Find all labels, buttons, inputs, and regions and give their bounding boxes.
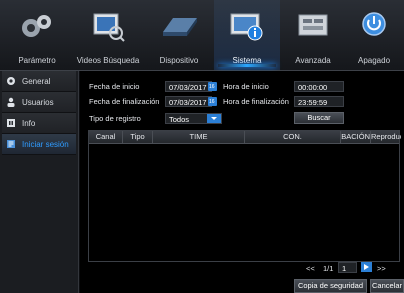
log-search-panel: Fecha de inicio 07/03/2017 Hora de inici…: [80, 71, 404, 293]
calendar-icon[interactable]: [208, 82, 217, 91]
sidebar-item-info[interactable]: Info: [2, 113, 76, 134]
start-time-label: Hora de inicio: [223, 82, 269, 91]
sidebar-item-label: Iniciar sesión: [22, 139, 69, 149]
start-time-field[interactable]: 00:00:00: [294, 81, 344, 92]
tab-label: Sistema: [232, 56, 262, 65]
end-time-label: Hora de finalización: [223, 97, 289, 106]
advanced-icon: [291, 6, 335, 46]
cancel-button[interactable]: Cancelar: [370, 279, 404, 293]
hard-disk-icon: [157, 6, 201, 46]
sidebar-item-label: Usuarios: [22, 97, 54, 107]
end-time-field[interactable]: 23:59:59: [294, 96, 344, 107]
tab-apagado[interactable]: Apagado: [346, 0, 402, 70]
column-header-time: TIME: [153, 131, 245, 143]
video-search-icon: [86, 6, 130, 46]
log-type-value: Todos: [169, 115, 190, 124]
tab-avanzada[interactable]: Avanzada: [282, 0, 344, 70]
column-header-recording: GRABACIÓN: [341, 131, 371, 143]
page-info: 1/1: [323, 264, 334, 273]
gears-icon: [15, 6, 59, 46]
tab-label: Dispositivo: [159, 56, 199, 65]
sidebar-item-label: General: [22, 76, 51, 86]
sidebar-item-usuarios[interactable]: Usuarios: [2, 92, 76, 113]
tab-parametro[interactable]: Parámetro: [4, 0, 70, 70]
column-header-playback: Reproducir: [371, 132, 401, 141]
log-type-label: Tipo de registro: [89, 114, 141, 123]
top-navigation-bar: Parámetro Videos Búsqueda Dispositivo Si…: [0, 0, 404, 71]
tab-dispositivo[interactable]: Dispositivo: [146, 0, 212, 70]
start-date-field[interactable]: 07/03/2017: [165, 81, 212, 92]
system-info-icon: [225, 6, 269, 46]
end-date-label: Fecha de finalización: [89, 97, 160, 106]
sidebar: General Usuarios Info Iniciar sesión: [0, 71, 79, 293]
tab-videos-busqueda[interactable]: Videos Búsqueda: [72, 0, 144, 70]
info-icon: [4, 117, 18, 129]
tab-label: Videos Búsqueda: [76, 56, 140, 65]
gear-icon: [4, 75, 18, 87]
chevron-down-icon[interactable]: [207, 114, 221, 123]
start-date-label: Fecha de inicio: [89, 82, 140, 91]
sidebar-item-iniciar-sesion[interactable]: Iniciar sesión: [2, 134, 76, 155]
search-button[interactable]: Buscar: [294, 112, 344, 124]
tab-label: Parámetro: [18, 56, 56, 65]
login-log-icon: [4, 138, 18, 150]
backup-button[interactable]: Copia de seguridad: [294, 279, 367, 293]
table-header: Canal Tipo TIME CON. GRABACIÓN Reproduci…: [89, 131, 401, 144]
column-header-type: Tipo: [123, 131, 153, 143]
tab-sistema[interactable]: Sistema: [214, 0, 280, 70]
end-date-field[interactable]: 07/03/2017: [165, 96, 212, 107]
column-header-content: CON.: [245, 131, 341, 143]
power-icon: [352, 6, 396, 46]
tab-label: Avanzada: [295, 56, 331, 65]
prev-page-button[interactable]: <<: [306, 264, 315, 273]
column-header-channel: Canal: [89, 131, 123, 143]
go-page-button[interactable]: [361, 262, 372, 272]
calendar-icon[interactable]: [208, 97, 217, 106]
user-icon: [4, 96, 18, 108]
log-type-select[interactable]: Todos: [165, 113, 222, 124]
sidebar-item-general[interactable]: General: [2, 71, 76, 92]
arrow-right-icon: [364, 264, 369, 270]
log-results-table: Canal Tipo TIME CON. GRABACIÓN Reproduci…: [88, 130, 401, 262]
sidebar-item-label: Info: [22, 118, 36, 128]
page-input[interactable]: 1: [338, 262, 357, 273]
next-page-button[interactable]: >>: [377, 264, 386, 273]
tab-label: Apagado: [357, 56, 391, 65]
